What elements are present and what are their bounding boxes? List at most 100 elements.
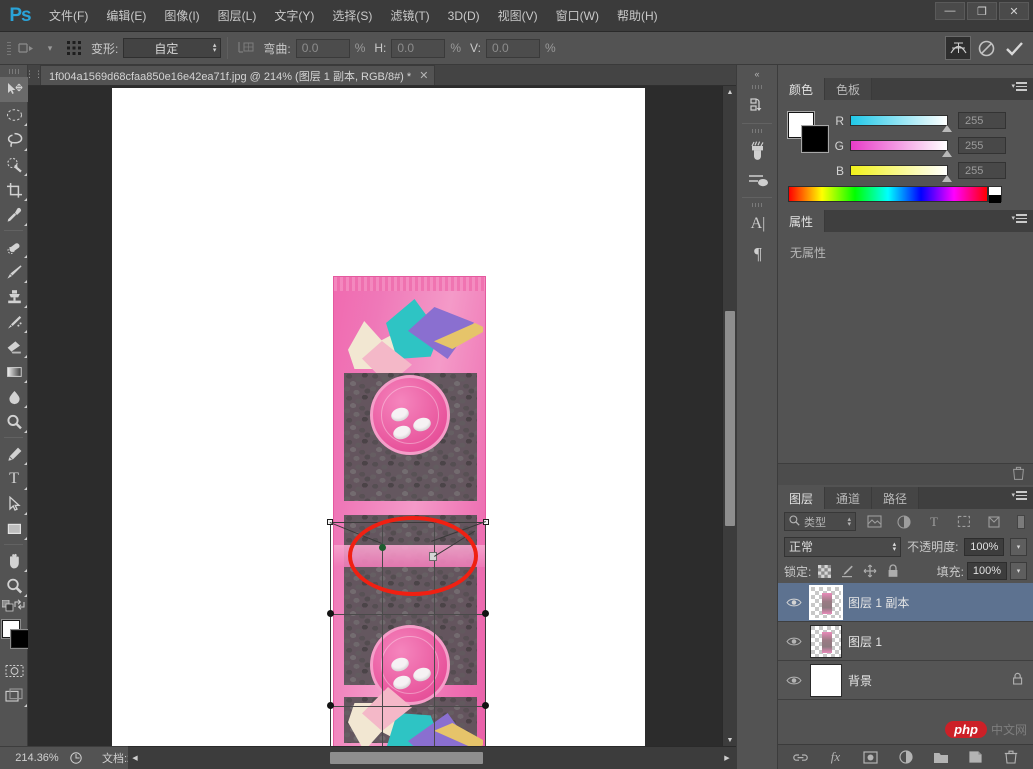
filter-shape-icon[interactable]: [952, 512, 976, 532]
table-row[interactable]: 图层 1: [778, 622, 1033, 661]
dock-grip-3[interactable]: [737, 200, 777, 209]
document-tab[interactable]: 1f004a1569d68cfaa850e16e42ea71f.jpg @ 21…: [40, 65, 436, 85]
filter-pixel-icon[interactable]: [862, 512, 886, 532]
menu-view[interactable]: 视图(V): [489, 0, 547, 32]
table-row[interactable]: 背景: [778, 661, 1033, 700]
blue-slider-thumb[interactable]: [942, 175, 952, 182]
filter-type-icon[interactable]: T: [922, 512, 946, 532]
toolbar-grip[interactable]: [0, 65, 27, 77]
eyedropper-tool[interactable]: [0, 202, 28, 227]
paragraph-panel-icon[interactable]: ¶: [737, 239, 779, 269]
opacity-dropdown-arrow[interactable]: ▾: [1010, 537, 1027, 556]
swap-colors-icon[interactable]: [14, 599, 25, 613]
layer-name[interactable]: 图层 1: [848, 633, 1027, 650]
layer-thumbnail[interactable]: [810, 624, 842, 658]
menu-window[interactable]: 窗口(W): [547, 0, 608, 32]
fill-dropdown-arrow[interactable]: ▾: [1010, 562, 1027, 580]
zoom-tool[interactable]: [0, 573, 28, 598]
h-input[interactable]: 0.0: [391, 38, 446, 58]
adjustment-layer-button[interactable]: [897, 748, 915, 766]
lock-transparency-icon[interactable]: [814, 562, 834, 580]
scroll-down-arrow[interactable]: ▼: [723, 734, 736, 746]
link-layers-button[interactable]: [792, 748, 810, 766]
cancel-transform-button[interactable]: [973, 36, 999, 60]
blue-slider-track[interactable]: [850, 165, 952, 182]
tab-paths[interactable]: 路径: [872, 487, 920, 509]
filter-smart-object-icon[interactable]: [982, 512, 1006, 532]
layer-visibility-icon[interactable]: [784, 675, 804, 686]
canvas-vertical-scrollbar[interactable]: ▲ ▼: [722, 86, 736, 746]
properties-panel-menu-icon[interactable]: ▾: [1011, 214, 1027, 223]
minimize-button[interactable]: —: [935, 2, 965, 20]
scroll-left-arrow[interactable]: ◀: [128, 752, 142, 764]
green-value-input[interactable]: 255: [958, 137, 1006, 154]
red-value-input[interactable]: 255: [958, 112, 1006, 129]
eraser-tool[interactable]: [0, 334, 28, 359]
green-slider-track[interactable]: [850, 140, 952, 157]
screen-mode-button[interactable]: [0, 683, 28, 708]
lock-position-icon[interactable]: [860, 562, 880, 580]
vertical-scroll-thumb[interactable]: [725, 311, 735, 526]
toggle-warp-mode-button[interactable]: [945, 36, 971, 60]
menu-file[interactable]: 文件(F): [40, 0, 97, 32]
bend-input[interactable]: 0.0: [295, 38, 350, 58]
warp-orientation-icon[interactable]: [234, 37, 258, 59]
red-slider-track[interactable]: [850, 115, 952, 132]
horizontal-scroll-thumb[interactable]: [330, 752, 483, 764]
tab-color[interactable]: 颜色: [778, 78, 826, 100]
history-panel-icon[interactable]: [737, 91, 779, 121]
black-white-swatch-strip[interactable]: [988, 186, 1002, 203]
close-button[interactable]: ✕: [999, 2, 1029, 20]
transform-dropdown-arrow[interactable]: ▾: [38, 37, 62, 59]
red-slider-thumb[interactable]: [942, 125, 952, 132]
history-brush-tool[interactable]: [0, 309, 28, 334]
color-background-swatch[interactable]: [802, 126, 828, 152]
menu-type[interactable]: 文字(Y): [265, 0, 323, 32]
color-panel-menu-icon[interactable]: ▾: [1011, 82, 1027, 91]
dock-grip-1[interactable]: [737, 82, 777, 91]
menu-filter[interactable]: 滤镜(T): [381, 0, 438, 32]
brush-panel-icon[interactable]: [737, 135, 779, 165]
brush-presets-panel-icon[interactable]: [737, 165, 779, 195]
pen-tool[interactable]: [0, 441, 28, 466]
dock-grip-2[interactable]: [737, 126, 777, 135]
v-input[interactable]: 0.0: [485, 38, 540, 58]
character-panel-icon[interactable]: A|: [737, 209, 779, 239]
opacity-value[interactable]: 100%: [964, 537, 1005, 556]
blur-tool[interactable]: [0, 384, 28, 409]
tab-layers[interactable]: 图层: [778, 487, 826, 509]
lock-all-icon[interactable]: [883, 562, 903, 580]
canvas-horizontal-scrollbar[interactable]: ◀ ▶: [128, 746, 736, 769]
clone-stamp-tool[interactable]: [0, 284, 28, 309]
delete-layer-button[interactable]: [1002, 748, 1020, 766]
background-color-swatch[interactable]: [11, 630, 29, 648]
quick-mask-button[interactable]: [0, 658, 28, 683]
new-group-button[interactable]: [932, 748, 950, 766]
crop-tool[interactable]: [0, 177, 28, 202]
layer-name[interactable]: 背景: [848, 672, 1006, 689]
filter-enable-toggle[interactable]: [1015, 512, 1027, 532]
canvas-area[interactable]: ▲ ▼: [28, 86, 736, 746]
expand-panels-button[interactable]: «: [737, 65, 777, 82]
layer-thumbnail[interactable]: [809, 584, 843, 620]
green-slider-thumb[interactable]: [942, 150, 952, 157]
layer-thumbnail[interactable]: [810, 663, 842, 697]
menu-help[interactable]: 帮助(H): [608, 0, 667, 32]
rectangle-tool[interactable]: [0, 516, 28, 541]
layer-name[interactable]: 图层 1 副本: [848, 594, 1027, 611]
lock-image-icon[interactable]: [837, 562, 857, 580]
default-colors-icon[interactable]: [1, 599, 14, 615]
document-info-icon[interactable]: [68, 752, 84, 764]
layer-visibility-icon[interactable]: [784, 597, 804, 608]
layer-visibility-icon[interactable]: [784, 636, 804, 647]
blue-value-input[interactable]: 255: [958, 162, 1006, 179]
free-transform-icon[interactable]: [14, 37, 38, 59]
menu-3d[interactable]: 3D(D): [439, 0, 489, 32]
tab-channels[interactable]: 通道: [825, 487, 873, 509]
black-swatch[interactable]: [989, 195, 1001, 203]
menu-edit[interactable]: 编辑(E): [97, 0, 155, 32]
layer-style-button[interactable]: fx: [827, 748, 845, 766]
menu-select[interactable]: 选择(S): [323, 0, 381, 32]
layer-mask-button[interactable]: [862, 748, 880, 766]
lasso-tool[interactable]: [0, 127, 28, 152]
